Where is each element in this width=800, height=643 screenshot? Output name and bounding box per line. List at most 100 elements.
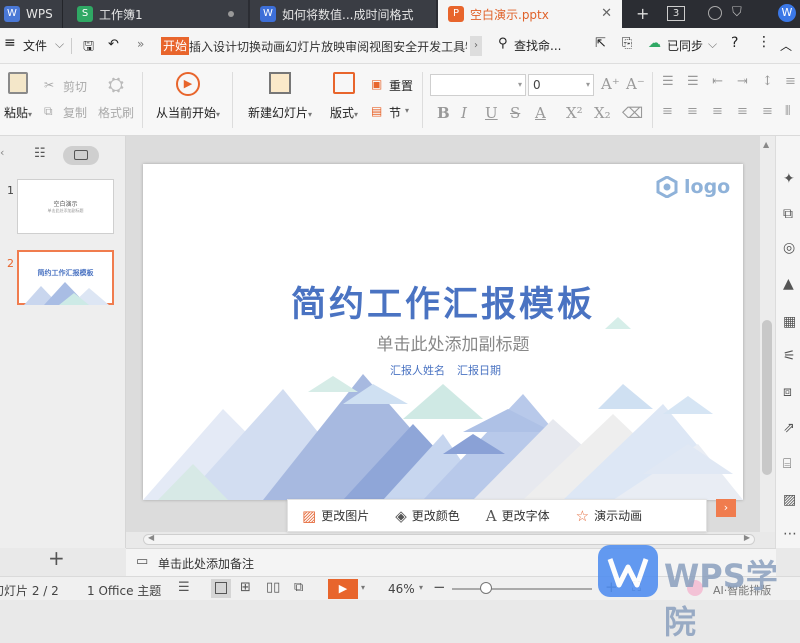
tab-counter[interactable]: 3 — [667, 6, 685, 21]
hamburger-menu-icon[interactable]: ≡ — [4, 35, 16, 51]
expand-toolbar-icon[interactable]: › — [716, 499, 736, 517]
bold-icon[interactable]: B — [437, 104, 450, 122]
change-picture-button[interactable]: ▨更改图片 — [302, 507, 369, 525]
tab-view[interactable]: 视图 — [369, 38, 393, 55]
line-spacing-icon[interactable]: ↕ — [762, 74, 773, 89]
font-size-select[interactable]: 0▾ — [528, 74, 594, 96]
justify-icon[interactable]: ≡ — [737, 104, 748, 119]
help-button[interactable]: ? — [731, 35, 738, 51]
tab-design[interactable]: 设计 — [213, 38, 237, 55]
layout-button[interactable]: 版式▾ — [325, 72, 363, 121]
collapse-ribbon-icon[interactable]: ︿ — [780, 37, 792, 54]
chevron-down-icon[interactable]: ⌵ — [708, 37, 717, 52]
animation-demo-button[interactable]: ☆演示动画 — [576, 507, 642, 525]
more-format-icon[interactable]: ≡ — [785, 74, 796, 89]
slide-title[interactable]: 简约工作汇报模板 — [143, 276, 743, 327]
notes-toggle-icon[interactable]: ☰ — [178, 580, 190, 595]
tab-wps-home[interactable]: W WPS — [0, 0, 62, 28]
more-chevron-icon[interactable]: » — [137, 37, 144, 51]
font-shrink-icon[interactable]: A⁻ — [626, 75, 645, 93]
font-color-icon[interactable]: A — [535, 104, 546, 122]
scroll-thumb[interactable] — [762, 320, 772, 475]
reading-view-icon[interactable]: ▯▯ — [266, 580, 280, 595]
slideshow-play-button[interactable]: ▶ — [328, 579, 358, 599]
subscript-icon[interactable]: X₂ — [594, 104, 611, 122]
dropdown-arrow-icon[interactable]: ▾ — [405, 106, 409, 115]
chevron-down-icon[interactable]: ⌵ — [55, 37, 64, 52]
numbered-list-icon[interactable]: ☰ — [687, 74, 699, 89]
export-icon[interactable]: ⎘ — [622, 36, 632, 51]
scroll-right-icon[interactable]: ▶ — [744, 533, 750, 542]
paste-button[interactable]: 粘贴▾ — [0, 72, 36, 121]
change-font-button[interactable]: A更改字体 — [486, 507, 550, 525]
tab-slideshow[interactable]: 幻灯片放映 — [285, 38, 345, 55]
clear-format-icon[interactable]: ⌫ — [622, 104, 643, 122]
report-date[interactable]: 汇报日期 — [457, 362, 501, 378]
more-tools-icon[interactable]: ⋯ — [783, 526, 797, 542]
align-center-icon[interactable]: ≡ — [687, 104, 698, 119]
reset-button[interactable]: 重置 — [389, 77, 413, 94]
file-menu[interactable]: 文件 — [23, 37, 47, 54]
circles-icon[interactable]: ◎ — [783, 240, 795, 256]
horizontal-scrollbar[interactable]: ◀ ▶ — [143, 534, 755, 545]
slide-thumbnail-1[interactable]: 空白演示 单击此处添加副标题 — [17, 179, 114, 234]
slide-thumbnail-2[interactable]: 简约工作汇报模板 — [17, 250, 114, 305]
collapse-panel-icon[interactable]: ‹ — [0, 146, 4, 159]
close-tab-icon[interactable]: ✕ — [601, 6, 612, 21]
sync-status[interactable]: 已同步 — [667, 37, 703, 54]
grid-icon[interactable]: ▦ — [783, 314, 796, 330]
save-icon[interactable]: 🖫 — [83, 37, 94, 59]
sliders-icon[interactable]: ⚟ — [783, 348, 796, 364]
tab-presentation[interactable]: P 空白演示.pptx ✕ — [438, 0, 622, 28]
tab-start[interactable]: 开始 — [161, 37, 189, 55]
search-icon[interactable]: ⚲ — [498, 36, 508, 51]
image-icon[interactable]: ▨ — [783, 492, 796, 508]
dropdown-arrow-icon[interactable]: ▾ — [361, 583, 365, 592]
italic-icon[interactable]: I — [461, 104, 467, 122]
tab-workbook[interactable]: S 工作簿1 — [62, 0, 248, 28]
tab-special[interactable]: 特 — [465, 38, 467, 55]
cut-button[interactable]: 剪切 — [63, 78, 87, 95]
align-right-icon[interactable]: ≡ — [712, 104, 723, 119]
current-slide[interactable]: logo 简约工作汇报模板 单击此处添加副标题 汇报人姓名 汇报日期 — [143, 164, 743, 500]
zoom-slider[interactable] — [452, 588, 592, 590]
slide-subtitle[interactable]: 单击此处添加副标题 — [143, 330, 743, 355]
vertical-scrollbar[interactable]: ▲ — [760, 136, 775, 532]
tab-review[interactable]: 审阅 — [345, 38, 369, 55]
new-tab-icon[interactable]: + — [636, 4, 649, 23]
font-grow-icon[interactable]: A⁺ — [601, 75, 620, 93]
scroll-up-icon[interactable]: ▲ — [763, 140, 769, 149]
format-icon[interactable]: ▲ — [783, 276, 794, 292]
increase-indent-icon[interactable]: ⇥ — [737, 74, 748, 89]
change-color-button[interactable]: ◈更改颜色 — [395, 507, 460, 525]
decrease-indent-icon[interactable]: ⇤ — [712, 74, 723, 89]
share-out-icon[interactable]: ⇗ — [783, 420, 795, 436]
magic-icon[interactable]: ✦ — [783, 171, 795, 187]
underline-icon[interactable]: U — [485, 104, 498, 122]
bullet-list-icon[interactable]: ☰ — [662, 74, 674, 89]
shirt-icon[interactable]: ⛉ — [732, 5, 742, 20]
tab-animation[interactable]: 动画 — [261, 38, 285, 55]
tab-security[interactable]: 安全 — [393, 38, 417, 55]
copy-button[interactable]: 复制 — [63, 104, 87, 121]
notes-placeholder[interactable]: 单击此处添加备注 — [158, 555, 254, 572]
zoom-level[interactable]: 46% — [388, 582, 415, 596]
undo-icon[interactable]: ↶ — [108, 37, 119, 52]
sorter-view-icon[interactable]: ⊞ — [240, 580, 251, 595]
archive-icon[interactable]: ⌸ — [783, 456, 791, 472]
section-button[interactable]: 节 — [389, 104, 401, 121]
superscript-icon[interactable]: X² — [566, 104, 583, 122]
outline-view-icon[interactable]: ☷ — [34, 146, 46, 161]
new-slide-button[interactable]: 新建幻灯片▾ — [244, 72, 316, 121]
tabs-scroll-right-icon[interactable]: › — [470, 36, 482, 56]
share-icon[interactable]: ⇱ — [595, 36, 606, 51]
presenter-view-icon[interactable]: ⧉ — [294, 580, 303, 595]
skin-icon[interactable] — [708, 6, 722, 20]
normal-view-button[interactable] — [211, 579, 231, 598]
align-left-icon[interactable]: ≡ — [662, 104, 673, 119]
font-name-select[interactable]: ▾ — [430, 74, 526, 96]
tab-insert[interactable]: 插入 — [189, 38, 213, 55]
scroll-left-icon[interactable]: ◀ — [148, 533, 154, 542]
dropdown-arrow-icon[interactable]: ▾ — [419, 583, 423, 592]
shapes-icon[interactable]: ⧉ — [783, 206, 793, 222]
